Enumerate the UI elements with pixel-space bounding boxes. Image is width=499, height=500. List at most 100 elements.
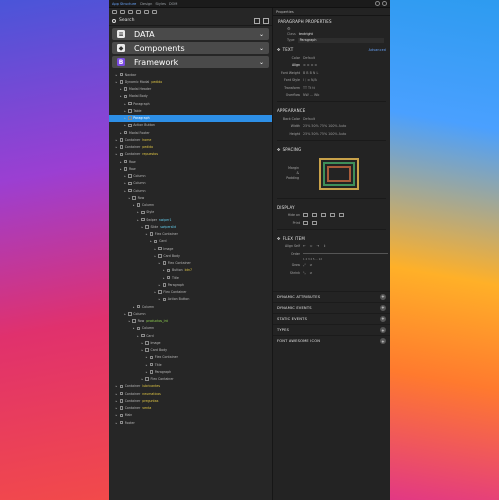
tree-item[interactable]: ▸ Row productos_int <box>109 318 272 325</box>
expand-arrow-icon[interactable]: ▸ <box>124 312 127 316</box>
tree-item[interactable]: ▸ Modal Footer <box>109 129 272 136</box>
tree-item[interactable]: ▸ Column <box>109 310 272 317</box>
expand-arrow-icon[interactable]: ▸ <box>115 399 118 403</box>
tree-item[interactable]: ▸ Action Button <box>109 296 272 303</box>
text-property-value[interactable]: B B B N L <box>303 71 390 75</box>
tree-item[interactable]: ▸ Flex Container <box>109 260 272 267</box>
tree-item[interactable]: ▸ Paragraph <box>109 368 272 375</box>
add-icon[interactable] <box>112 10 117 14</box>
expand-arrow-icon[interactable]: ▸ <box>115 138 118 142</box>
tree-item[interactable]: ▸ Slide swiperslid <box>109 223 272 230</box>
appearance-property-value[interactable]: 25% 50% 75% 100% Auto <box>303 124 390 128</box>
expand-arrow-icon[interactable]: ▸ <box>115 152 118 156</box>
advanced-toggle[interactable]: Advanced <box>369 48 386 52</box>
expand-arrow-icon[interactable]: ▸ <box>124 109 127 113</box>
display-section-header[interactable]: DISPLAY <box>273 201 390 212</box>
tree-item[interactable]: ▸ Container pedido <box>109 144 272 151</box>
section-data[interactable]: ≡ DATA ⌄ <box>112 28 269 40</box>
text-property-row[interactable]: Font Weight B B B N L <box>273 69 390 77</box>
tree-item[interactable]: ▸ Flex Container <box>109 289 272 296</box>
expand-arrow-icon[interactable]: ▸ <box>154 290 157 294</box>
align-end-icon[interactable]: ⇥ <box>317 244 320 248</box>
tree-item[interactable]: ▸ Card Body <box>109 347 272 354</box>
menu-design[interactable]: Design <box>140 2 152 6</box>
tree-item[interactable]: ▸ Flex Container <box>109 354 272 361</box>
tree-item[interactable]: ▸ Footer <box>109 419 272 426</box>
tree-item[interactable]: ▸ Container home <box>109 136 272 143</box>
expand-arrow-icon[interactable]: ▸ <box>158 283 161 287</box>
spacing-section-header[interactable]: ✥ SPACING <box>273 143 390 154</box>
print-show-icon[interactable] <box>312 220 317 225</box>
tree-item[interactable]: ▸ Card <box>109 238 272 245</box>
collapsed-section[interactable]: DYNAMIC EVENTS + <box>273 301 390 313</box>
appearance-property-value[interactable]: Default <box>303 117 390 121</box>
collapsed-section[interactable]: DYNAMIC ATTRIBUTES + <box>273 290 390 302</box>
tree-item[interactable]: ▸ Row <box>109 158 272 165</box>
tree-item[interactable]: ▸ Paragraph <box>109 100 272 107</box>
expand-arrow-icon[interactable]: ▸ <box>158 261 161 265</box>
tree-item[interactable]: ▸ Modal Header <box>109 86 272 93</box>
expand-arrow-icon[interactable]: ▸ <box>119 167 122 171</box>
align-start-icon[interactable]: ⇤ <box>303 244 306 248</box>
settings-icon[interactable] <box>382 1 387 6</box>
tree-item[interactable]: ▸ Column <box>109 325 272 332</box>
expand-arrow-icon[interactable]: ▸ <box>137 218 140 222</box>
tree-item[interactable]: ▸ Row <box>109 165 272 172</box>
class-value[interactable]: textright <box>299 32 313 36</box>
expand-arrow-icon[interactable]: ▸ <box>115 80 118 84</box>
align-stretch-icon[interactable]: ⇕ <box>323 244 326 248</box>
help-icon[interactable] <box>375 1 380 6</box>
expand-arrow-icon[interactable]: ▸ <box>124 189 127 193</box>
plus-icon[interactable]: + <box>380 304 386 311</box>
expand-arrow-icon[interactable]: ▸ <box>141 377 144 381</box>
expand-arrow-icon[interactable]: ▸ <box>124 174 127 178</box>
plus-icon[interactable]: + <box>380 327 386 334</box>
expand-arrow-icon[interactable]: ▸ <box>158 297 161 301</box>
tree-item[interactable]: ▸ Title <box>109 274 272 281</box>
order-slider[interactable] <box>303 253 388 255</box>
appearance-section-header[interactable]: APPEARANCE <box>273 104 390 115</box>
desktop-icon[interactable] <box>330 213 335 218</box>
tree-item[interactable]: ▸ Container preguntas <box>109 397 272 404</box>
text-property-value[interactable]: NW ... Wb <box>303 93 390 97</box>
expand-arrow-icon[interactable]: ▸ <box>119 160 122 164</box>
copy-icon[interactable] <box>120 10 125 14</box>
tablet-icon[interactable] <box>312 213 317 218</box>
tree-item[interactable]: ▸ Main <box>109 412 272 419</box>
text-property-value[interactable]: TT Tt tt <box>303 86 390 90</box>
expand-arrow-icon[interactable]: ▸ <box>128 319 131 323</box>
collapsed-section[interactable]: TYPES + <box>273 324 390 335</box>
expand-arrow-icon[interactable]: ▸ <box>115 421 118 425</box>
expand-arrow-icon[interactable]: ▸ <box>149 239 152 243</box>
tree-item-selected[interactable]: ▸ Paragraph <box>109 114 272 122</box>
paste-icon[interactable] <box>128 10 133 14</box>
collapse-icon[interactable] <box>263 17 269 24</box>
expand-arrow-icon[interactable]: ▸ <box>124 116 127 120</box>
text-property-row[interactable]: Overflow NW ... Wb <box>273 92 390 100</box>
text-property-value[interactable]: I ⧸ ≡ N/A <box>303 78 390 82</box>
expand-arrow-icon[interactable]: ▸ <box>145 370 148 374</box>
tree-item[interactable]: ▸ Row <box>109 194 272 201</box>
appearance-property-value[interactable]: 25% 50% 75% 100% Auto <box>303 132 390 136</box>
tree-item[interactable]: ▸ Flex Container <box>109 376 272 383</box>
text-property-row[interactable]: Color Default <box>273 54 390 62</box>
expand-arrow-icon[interactable]: ▸ <box>119 131 122 135</box>
tree-item[interactable]: ▸ Style <box>109 209 272 216</box>
expand-arrow-icon[interactable]: ▸ <box>124 102 127 106</box>
tree-item[interactable]: ▸ Swiper swiper1 <box>109 216 272 223</box>
collapsed-section[interactable]: STATIC EVENTS + <box>273 312 390 324</box>
flex-item-section-header[interactable]: ✥ FLEX ITEM <box>273 232 390 243</box>
tree-item[interactable]: ▸ Container neumaticos <box>109 390 272 397</box>
expand-arrow-icon[interactable]: ▸ <box>132 203 135 207</box>
expand-arrow-icon[interactable]: ▸ <box>115 406 118 410</box>
tree-item[interactable]: ▸ Paragraph <box>109 281 272 288</box>
tree-item[interactable]: ▸ Column <box>109 180 272 187</box>
appearance-property-row[interactable]: Width 25% 50% 75% 100% Auto <box>273 123 390 131</box>
text-property-row[interactable]: Align ≡ ≡ ≡ ≡ <box>273 62 390 70</box>
type-select[interactable]: Paragraph <box>297 37 384 43</box>
tree-item[interactable]: ▸ Column <box>109 202 272 209</box>
tree-item[interactable]: ▸ Button btn7 <box>109 267 272 274</box>
shrink-on-icon[interactable]: ⤡ <box>303 271 306 275</box>
text-property-value[interactable]: ≡ ≡ ≡ ≡ <box>303 63 390 67</box>
text-property-row[interactable]: Font Style I ⧸ ≡ N/A <box>273 77 390 85</box>
